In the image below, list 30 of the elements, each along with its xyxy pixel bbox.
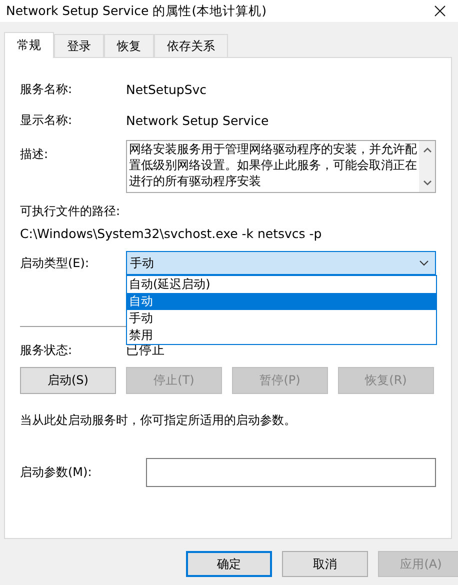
dialog-button[interactable]: 确定	[186, 551, 272, 577]
field-label: 描述:	[20, 146, 50, 163]
close-icon[interactable]	[434, 5, 446, 17]
path-text: C:\Windows\System32\svchost.exe -k netsvcs -p	[20, 226, 323, 241]
parameters-field[interactable]	[146, 458, 436, 486]
field-label: 启动参数(M):	[20, 464, 93, 480]
chevron-down-icon	[419, 260, 429, 266]
service-button[interactable]: 启动(S)	[20, 367, 116, 394]
tab[interactable]: 恢复	[104, 34, 154, 57]
window-title: Network Setup Service 的属性(本地计算机)	[6, 2, 266, 20]
dialog-button[interactable]: 取消	[282, 551, 368, 577]
description-box[interactable]: 网络安装服务用于管理网络驱动程序的安装，并允许配置低级别网络设置。如果停止此服务，可能会取消正在进行的所有驱动程序安装	[126, 140, 436, 193]
dropdown-option[interactable]: 自动	[127, 293, 436, 310]
dropdown-option[interactable]: 禁用	[127, 327, 436, 344]
field-label: 服务名称:	[20, 81, 74, 98]
scroll-up-icon[interactable]	[422, 147, 432, 153]
tab[interactable]: 依存关系	[154, 34, 228, 57]
field-value: NetSetupSvc	[126, 82, 207, 97]
dropdown-option[interactable]: 手动	[127, 310, 436, 327]
tab[interactable]: 登录	[54, 34, 104, 57]
field-label: 显示名称:	[20, 112, 74, 129]
field-label: 服务状态:	[20, 342, 74, 358]
field-label: 启动类型(E):	[20, 254, 90, 272]
field-value: Network Setup Service	[126, 113, 269, 128]
field-label: 可执行文件的路径:	[20, 203, 122, 220]
scroll-down-icon[interactable]	[422, 180, 432, 186]
tab[interactable]: 常规	[4, 32, 54, 58]
dropdown-option[interactable]: 自动(延迟启动)	[127, 276, 436, 293]
hint-text: 当从此处启动服务时，你可指定所适用的启动参数。	[20, 412, 297, 429]
startup-type-dropdown[interactable]: 手动	[126, 251, 436, 275]
